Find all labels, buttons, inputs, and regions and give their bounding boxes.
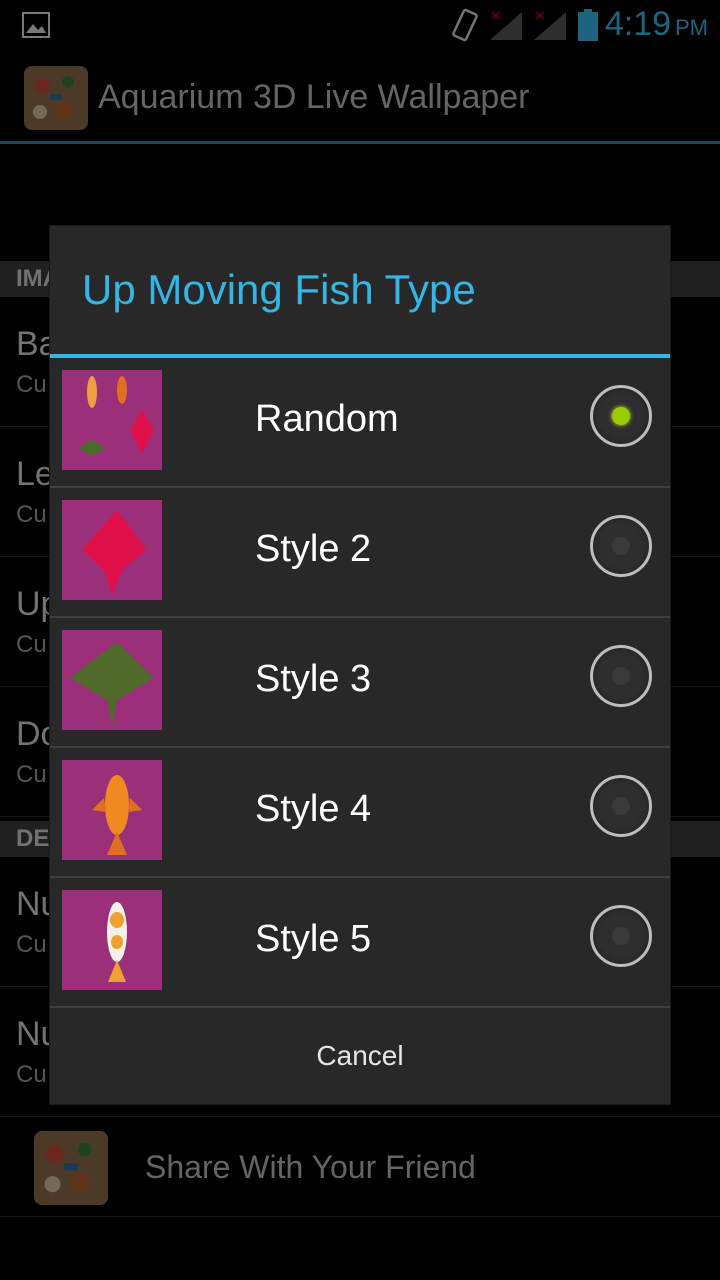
fish-random-icon <box>62 370 162 470</box>
fish-stingray-red-icon <box>62 500 162 600</box>
cancel-button[interactable]: Cancel <box>50 1008 670 1104</box>
option-label: Style 3 <box>255 658 372 700</box>
radio-button[interactable] <box>590 775 652 837</box>
fish-koi-orange-icon <box>62 760 162 860</box>
option-random[interactable]: Random <box>50 358 670 488</box>
fish-thumbnail <box>62 630 162 730</box>
option-label: Random <box>255 398 399 440</box>
option-label: Style 4 <box>255 788 372 830</box>
option-style-3[interactable]: Style 3 <box>50 618 670 748</box>
fish-thumbnail <box>62 760 162 860</box>
option-label: Style 2 <box>255 528 372 570</box>
radio-button-checked[interactable] <box>590 385 652 447</box>
option-style-2[interactable]: Style 2 <box>50 488 670 618</box>
radio-button[interactable] <box>590 645 652 707</box>
fish-koi-white-icon <box>62 890 162 990</box>
option-label: Style 5 <box>255 918 372 960</box>
fish-stingray-green-icon <box>62 630 162 730</box>
dialog-footer: Cancel <box>50 1008 670 1104</box>
option-style-5[interactable]: Style 5 <box>50 878 670 1008</box>
fish-type-dialog: Up Moving Fish Type Random Style 2 Style… <box>50 226 670 1104</box>
fish-thumbnail <box>62 500 162 600</box>
option-style-4[interactable]: Style 4 <box>50 748 670 878</box>
fish-thumbnail <box>62 890 162 990</box>
radio-button[interactable] <box>590 905 652 967</box>
dialog-title: Up Moving Fish Type <box>82 266 476 313</box>
radio-button[interactable] <box>590 515 652 577</box>
fish-thumbnail <box>62 370 162 470</box>
